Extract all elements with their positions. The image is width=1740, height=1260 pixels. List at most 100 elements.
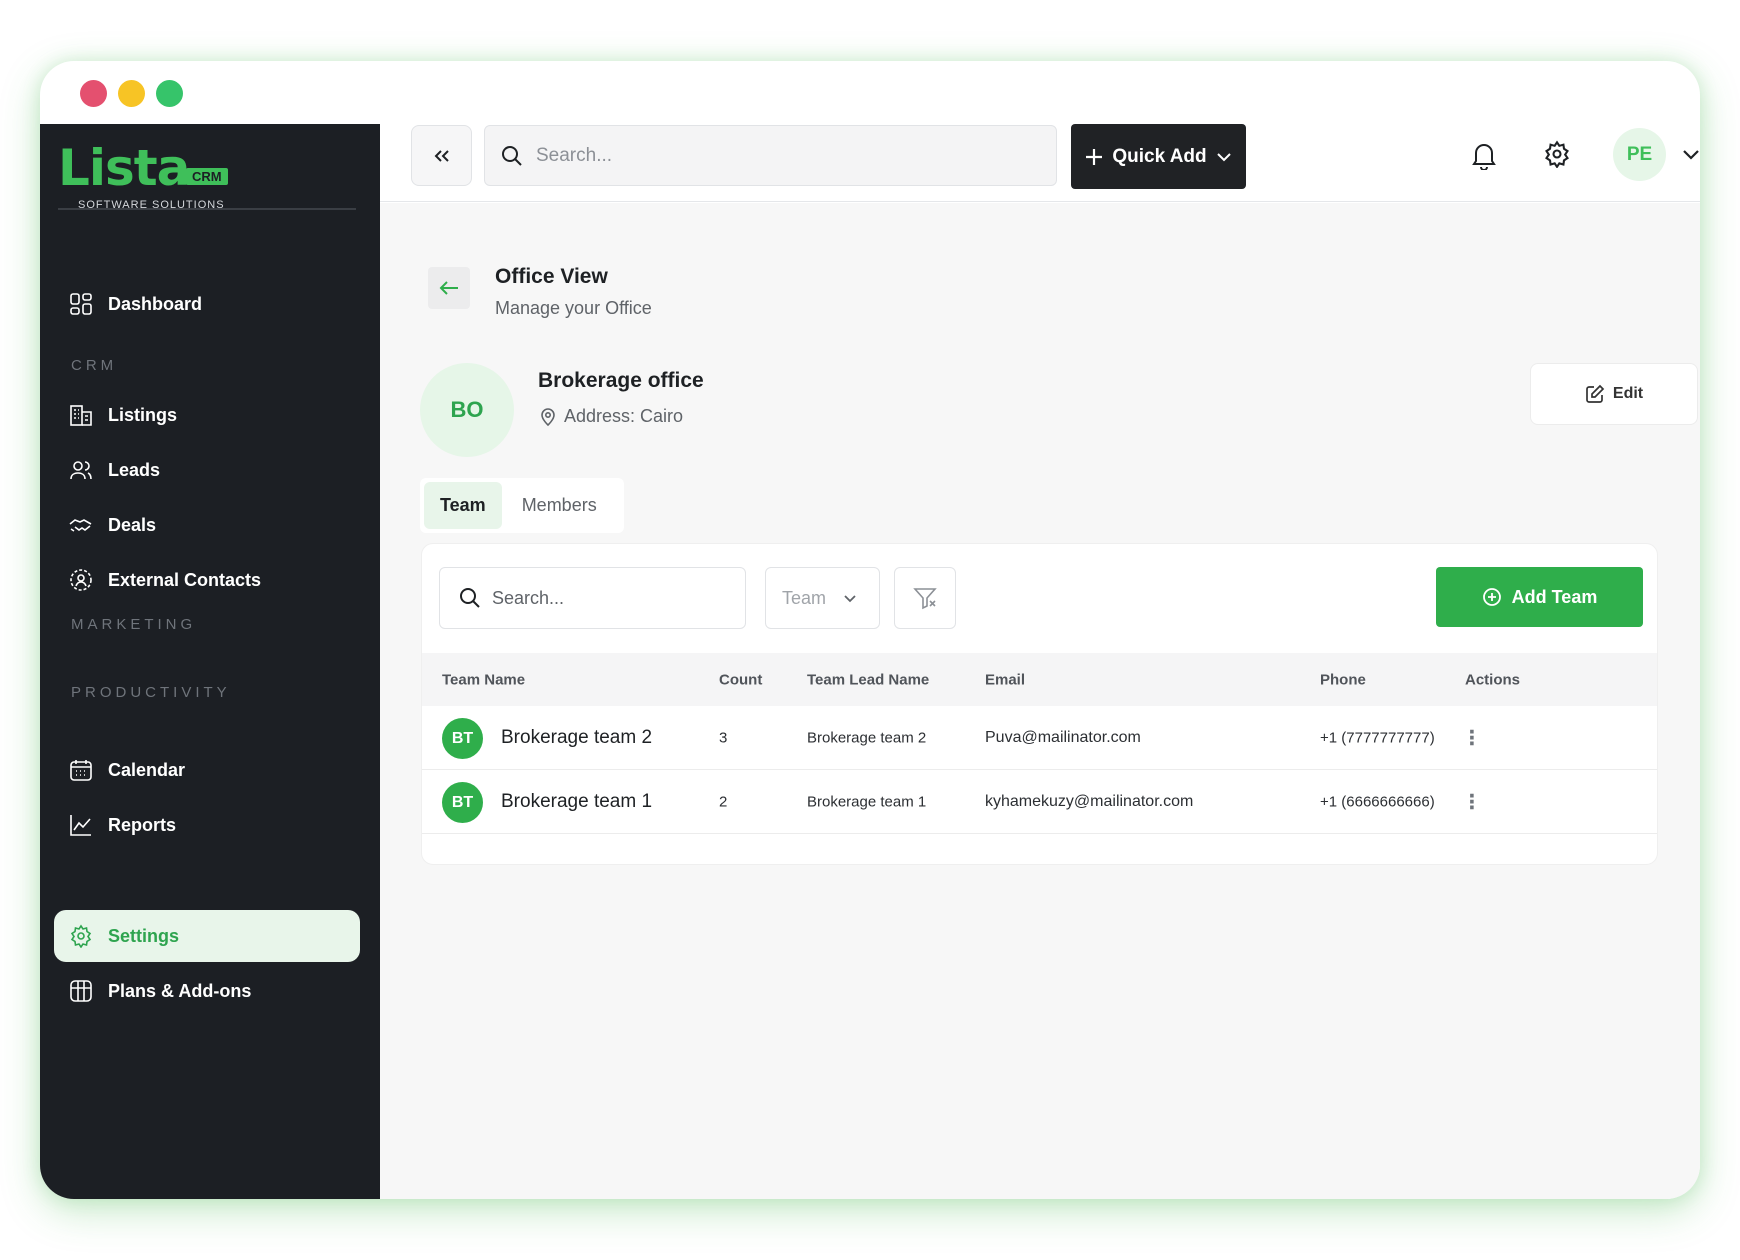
team-avatar: BT [442, 782, 483, 823]
edit-icon [1586, 384, 1605, 403]
back-button[interactable] [428, 267, 470, 309]
tab-team[interactable]: Team [424, 482, 502, 529]
settings-button[interactable] [1543, 140, 1571, 173]
page-subtitle: Manage your Office [495, 298, 652, 318]
chart-line-icon [68, 812, 94, 838]
sidebar-item-reports[interactable]: Reports [54, 799, 360, 851]
plans-icon [68, 978, 94, 1004]
team-name: Brokerage team 2 [501, 726, 653, 748]
team-search-input[interactable]: Search... [439, 567, 746, 629]
arrow-left-icon [439, 281, 458, 295]
user-menu-toggle[interactable] [1680, 144, 1700, 171]
sidebar-item-plans[interactable]: Plans & Add-ons [54, 965, 360, 1017]
sidebar-item-label: Listings [108, 404, 178, 425]
office-address-text: Address: Cairo [564, 406, 684, 426]
sidebar-item-label: Reports [108, 814, 177, 835]
gear-icon [68, 923, 94, 949]
building-icon [68, 402, 94, 428]
column-header-actions: Actions [1465, 671, 1521, 688]
gear-icon [1545, 140, 1569, 169]
column-header-email[interactable]: Email [985, 671, 1025, 688]
chevron-down-icon [844, 595, 856, 603]
search-icon [502, 145, 522, 166]
sidebar-item-listings[interactable]: Listings [54, 389, 360, 441]
add-team-button[interactable]: Add Team [1436, 567, 1643, 627]
team-email: kyhamekuzy@mailinator.com [985, 792, 1194, 810]
team-phone: +1 (7777777777) [1320, 729, 1435, 746]
teams-card: Search... Team Add Team Team Name Count … [421, 543, 1658, 865]
team-email: Puva@mailinator.com [985, 728, 1141, 746]
sidebar-item-calendar[interactable]: Calendar [54, 744, 360, 796]
main-content: Office View Manage your Office BO Broker… [380, 203, 1700, 1199]
grid-icon [68, 291, 94, 317]
logo-badge: CRM [186, 168, 228, 185]
logo-tagline: SOFTWARE SOLUTIONS [78, 199, 225, 211]
global-search-input[interactable]: Search... [484, 125, 1057, 186]
quick-add-label: Quick Add [1112, 145, 1207, 167]
team-filter-select[interactable]: Team [765, 567, 880, 629]
contact-circle-icon [68, 567, 94, 593]
logo[interactable]: Lista CRM SOFTWARE SOLUTIONS [58, 139, 356, 211]
team-name: Brokerage team 1 [501, 790, 653, 812]
app-window: Lista CRM SOFTWARE SOLUTIONS Dashboard C… [40, 61, 1700, 1199]
plus-icon [1086, 148, 1103, 165]
team-avatar: BT [442, 718, 483, 759]
collapse-sidebar-button[interactable] [411, 125, 472, 186]
window-controls [80, 80, 183, 107]
clear-filter-button[interactable] [894, 567, 956, 629]
tab-members[interactable]: Members [506, 482, 613, 529]
edit-office-button[interactable]: Edit [1530, 363, 1698, 425]
page-title: Office View [495, 265, 608, 288]
office-avatar: BO [420, 363, 514, 457]
table-row[interactable]: BT Brokerage team 2 3 Brokerage team 2 P… [422, 706, 1657, 770]
handshake-icon [68, 512, 94, 538]
maximize-window-button[interactable] [156, 80, 183, 107]
column-header-team-name[interactable]: Team Name [442, 671, 525, 688]
sidebar-item-deals[interactable]: Deals [54, 499, 360, 551]
team-lead: Brokerage team 1 [807, 793, 927, 810]
column-header-count[interactable]: Count [719, 671, 762, 688]
team-filter-value: Team [782, 587, 827, 608]
plus-circle-icon [1482, 588, 1501, 606]
sidebar-item-label: Plans & Add-ons [108, 980, 252, 1001]
edit-label: Edit [1612, 385, 1644, 402]
sidebar: Lista CRM SOFTWARE SOLUTIONS Dashboard C… [40, 124, 380, 1199]
section-marketing: MARKETING [71, 616, 197, 633]
search-icon [460, 588, 480, 608]
minimize-window-button[interactable] [118, 80, 145, 107]
logo-word: Lista [58, 139, 190, 197]
team-count: 2 [719, 793, 728, 810]
sidebar-item-label: Leads [108, 459, 161, 480]
chevron-down-icon [1683, 150, 1699, 160]
users-icon [68, 457, 94, 483]
sidebar-item-settings[interactable]: Settings [54, 910, 360, 962]
sidebar-item-label: Calendar [108, 759, 186, 780]
user-avatar[interactable]: PE [1613, 128, 1666, 181]
bell-icon [1472, 144, 1496, 171]
quick-add-button[interactable]: Quick Add [1071, 124, 1246, 189]
sidebar-item-external-contacts[interactable]: External Contacts [54, 554, 360, 606]
row-actions-menu-icon[interactable]: ⋮ [1462, 789, 1482, 814]
table-row[interactable]: BT Brokerage team 1 2 Brokerage team 1 k… [422, 770, 1657, 834]
search-placeholder: Search... [492, 587, 565, 608]
sidebar-item-label: Deals [108, 514, 157, 535]
team-phone: +1 (6666666666) [1320, 793, 1435, 810]
chevron-down-icon [1216, 152, 1231, 161]
row-actions-menu-icon[interactable]: ⋮ [1462, 725, 1482, 750]
double-chevron-left-icon [434, 149, 449, 162]
table-header: Team Name Count Team Lead Name Email Pho… [422, 653, 1657, 706]
location-pin-icon [541, 407, 555, 426]
sidebar-item-label: External Contacts [108, 569, 262, 590]
sidebar-item-label: Settings [108, 925, 180, 946]
column-header-team-lead[interactable]: Team Lead Name [807, 671, 929, 688]
team-count: 3 [719, 729, 728, 746]
notifications-button[interactable] [1470, 140, 1498, 175]
column-header-phone[interactable]: Phone [1320, 671, 1366, 688]
tabs: Team Members [420, 478, 624, 533]
close-window-button[interactable] [80, 80, 107, 107]
filter-clear-icon [913, 588, 937, 610]
sidebar-item-label: Dashboard [108, 293, 203, 314]
office-name: Brokerage office [538, 369, 704, 392]
sidebar-item-leads[interactable]: Leads [54, 444, 360, 496]
sidebar-item-dashboard[interactable]: Dashboard [54, 278, 360, 330]
